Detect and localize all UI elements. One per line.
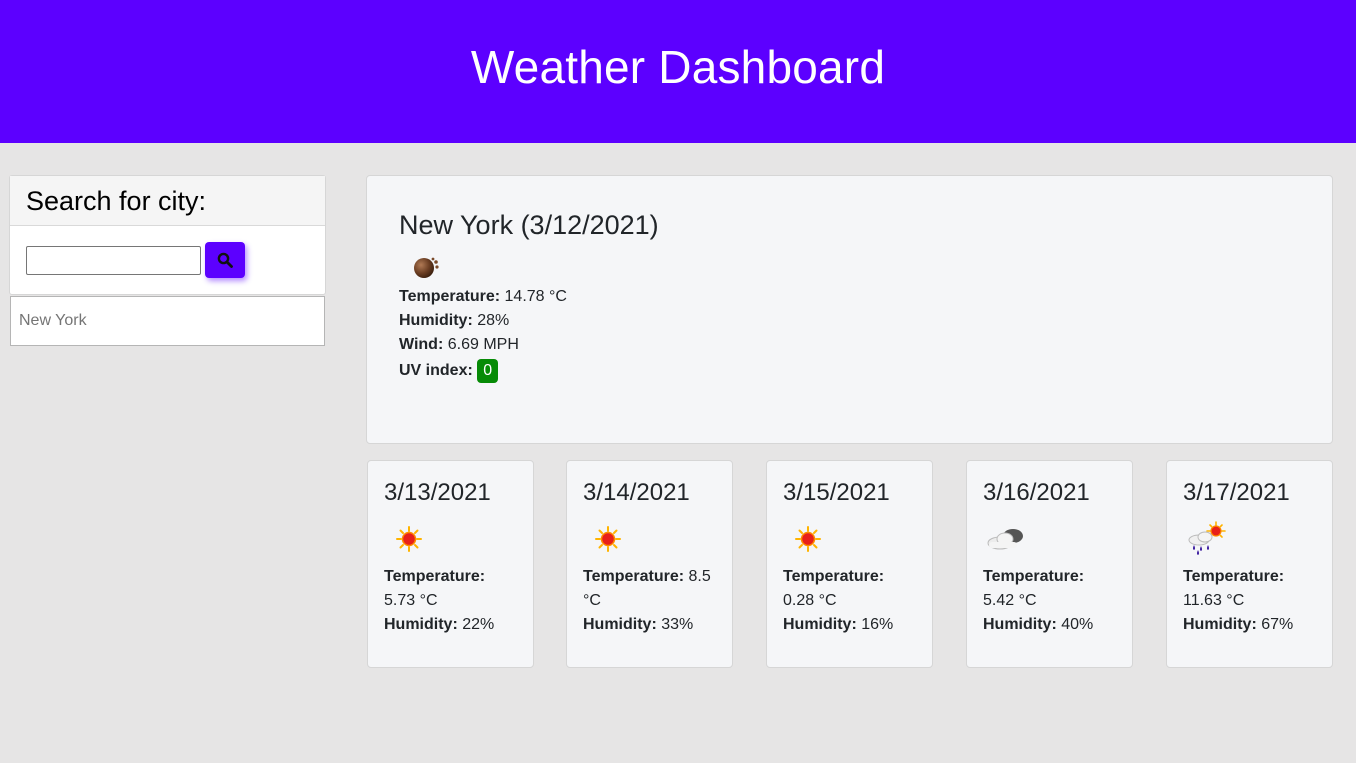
current-city-title: New York (3/12/2021) xyxy=(399,210,659,240)
forecast-temperature: Temperature: 5.73 °C xyxy=(384,565,517,613)
temperature-label: Temperature: xyxy=(583,568,685,585)
wind-value: 6.69 MPH xyxy=(447,336,519,353)
search-button[interactable] xyxy=(205,242,245,278)
uv-badge: 0 xyxy=(477,359,499,383)
temperature-value: 11.63 °C xyxy=(1183,592,1245,609)
page-title: Weather Dashboard xyxy=(470,40,886,93)
humidity-label: Humidity: xyxy=(783,616,857,633)
forecast-humidity: Humidity: 22% xyxy=(384,613,517,637)
temperature-value: 14.78 °C xyxy=(504,288,567,305)
forecast-date: 3/15/2021 xyxy=(783,479,890,506)
forecast-card: 3/13/2021 Temperature: 5.73 °C Humidity:… xyxy=(367,460,534,668)
current-humidity: Humidity: 28% xyxy=(399,309,1300,333)
current-wind: Wind: 6.69 MPH xyxy=(399,333,1300,357)
humidity-value: 67% xyxy=(1261,616,1294,633)
humidity-label: Humidity: xyxy=(1183,616,1257,633)
temperature-label: Temperature: xyxy=(1183,568,1285,585)
sun-icon xyxy=(783,521,831,557)
humidity-value: 28% xyxy=(477,312,510,329)
current-uv: UV index: 0 xyxy=(399,359,1300,383)
forecast-temperature: Temperature: 11.63 °C xyxy=(1183,565,1316,613)
forecast-card: 3/16/2021 Temperature: 5.42 °C Humidity:… xyxy=(966,460,1133,668)
forecast-temperature: Temperature: 0.28 °C xyxy=(783,565,916,613)
current-stats: Temperature: 14.78 °C Humidity: 28% Wind… xyxy=(399,285,1300,383)
sun-icon xyxy=(583,521,631,557)
humidity-value: 16% xyxy=(861,616,894,633)
forecast-card: 3/17/2021 Temperature: 11.63 °C Humidity… xyxy=(1166,460,1333,668)
forecast-temperature: Temperature: 8.5 °C xyxy=(583,565,716,613)
smoke-icon xyxy=(411,251,443,283)
forecast-card: 3/15/2021 Temperature: 0.28 °C Humidity:… xyxy=(766,460,933,668)
page-header: Weather Dashboard xyxy=(0,0,1356,143)
forecast-date: 3/17/2021 xyxy=(1183,479,1290,506)
search-icon xyxy=(217,252,233,268)
temperature-label: Temperature: xyxy=(399,288,501,305)
humidity-value: 33% xyxy=(661,616,694,633)
forecast-temperature: Temperature: 5.42 °C xyxy=(983,565,1116,613)
humidity-label: Humidity: xyxy=(384,616,458,633)
forecast-humidity: Humidity: 33% xyxy=(583,613,716,637)
forecast-date: 3/14/2021 xyxy=(583,479,690,506)
cloud-icon xyxy=(983,521,1031,557)
forecast-date: 3/16/2021 xyxy=(983,479,1090,506)
forecast-humidity: Humidity: 16% xyxy=(783,613,916,637)
forecast-humidity: Humidity: 40% xyxy=(983,613,1116,637)
forecast-humidity: Humidity: 67% xyxy=(1183,613,1316,637)
temperature-label: Temperature: xyxy=(384,568,486,585)
temperature-label: Temperature: xyxy=(783,568,885,585)
humidity-label: Humidity: xyxy=(399,312,473,329)
wind-label: Wind: xyxy=(399,336,444,353)
humidity-label: Humidity: xyxy=(983,616,1057,633)
sun-icon xyxy=(384,521,432,557)
temperature-label: Temperature: xyxy=(983,568,1085,585)
uv-label: UV index: xyxy=(399,362,473,379)
rain-sun-icon xyxy=(1183,521,1231,557)
search-title: Search for city: xyxy=(10,176,325,226)
humidity-value: 22% xyxy=(462,616,495,633)
forecast-date: 3/13/2021 xyxy=(384,479,491,506)
search-panel: Search for city: xyxy=(9,175,326,295)
temperature-value: 5.73 °C xyxy=(384,592,438,609)
current-weather-card: New York (3/12/2021) Temperature: 14.78 … xyxy=(366,175,1333,444)
temperature-value: 0.28 °C xyxy=(783,592,837,609)
forecast-card: 3/14/2021 Temperature: 8.5 °C Humidity: … xyxy=(566,460,733,668)
temperature-value: 5.42 °C xyxy=(983,592,1037,609)
humidity-label: Humidity: xyxy=(583,616,657,633)
search-row xyxy=(26,242,245,278)
history-item-new-york[interactable]: New York xyxy=(10,296,325,346)
current-temperature: Temperature: 14.78 °C xyxy=(399,285,1300,309)
search-input[interactable] xyxy=(26,245,201,275)
humidity-value: 40% xyxy=(1061,616,1094,633)
